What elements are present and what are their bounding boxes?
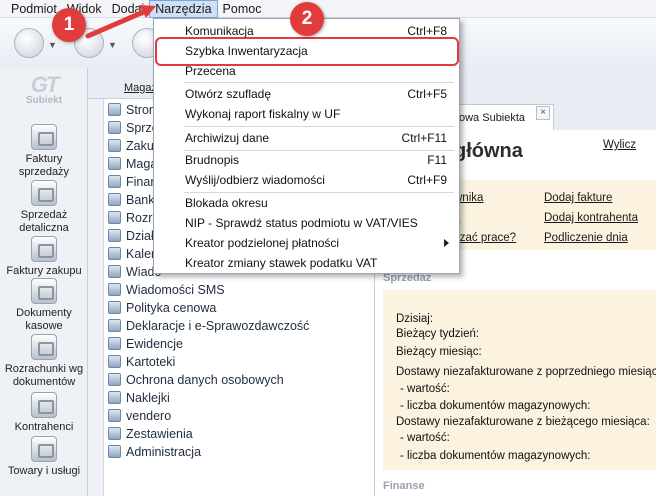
step-badge-2: 2 bbox=[290, 2, 324, 36]
step-badge-1: 1 bbox=[52, 8, 86, 42]
annotation-arrow bbox=[85, 5, 156, 39]
